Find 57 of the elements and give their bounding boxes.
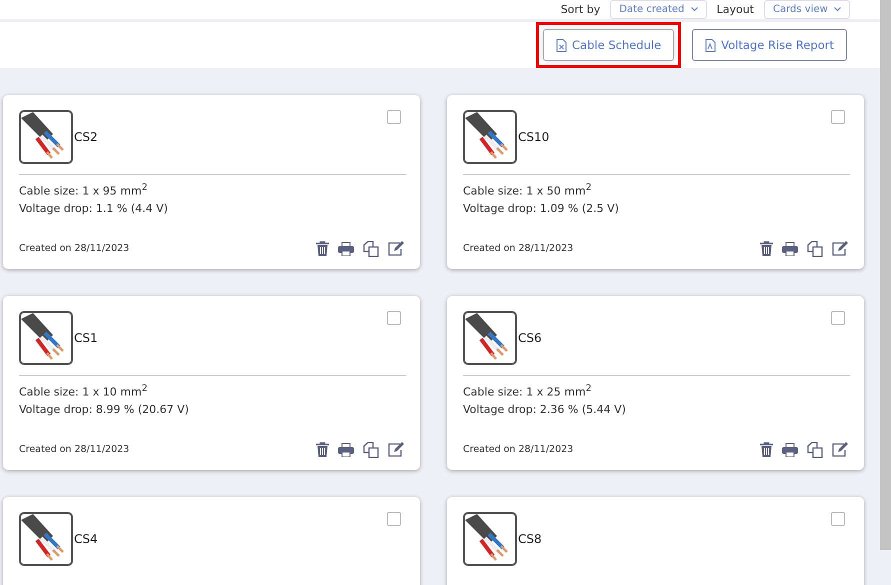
cable-name: CS10 (518, 130, 550, 144)
created-date: Created on 28/11/2023 (19, 444, 130, 456)
sort-dropdown[interactable]: Date created (610, 0, 707, 19)
copy-icon[interactable] (807, 442, 823, 458)
print-icon[interactable] (782, 442, 798, 457)
excel-file-icon (556, 38, 568, 52)
cable-name: CS1 (74, 331, 98, 345)
cable-size: Cable size: 1 x 10 mm$^{2}$ (19, 382, 149, 401)
print-icon[interactable] (338, 242, 354, 256)
report-button[interactable]: Voltage Rise Report (692, 29, 847, 61)
scrollbar[interactable] (880, 0, 891, 550)
delete-icon[interactable] (760, 241, 773, 256)
edit-icon[interactable] (832, 241, 849, 256)
cable-name: CS2 (74, 130, 98, 144)
cable-size: Cable size: 1 x 25 mm$^{2}$ (463, 382, 593, 401)
print-icon[interactable] (338, 442, 354, 457)
edit-icon[interactable] (832, 442, 849, 458)
caret-icon (834, 6, 841, 12)
cable-thumbnail-drawing (19, 512, 73, 566)
copy-icon[interactable] (807, 240, 823, 257)
edit-icon[interactable] (388, 442, 405, 458)
cable-schedule-button[interactable]: Cable Schedule (543, 29, 674, 61)
copy-icon[interactable] (363, 442, 379, 458)
select-checkbox[interactable] (387, 110, 401, 124)
delete-icon[interactable] (760, 442, 773, 458)
cable-thumbnail-drawing (463, 512, 517, 566)
cable-name: CS4 (74, 532, 98, 546)
select-checkbox[interactable] (831, 512, 845, 526)
pdf-file-icon (705, 38, 716, 52)
created-date: Created on 28/11/2023 (463, 444, 574, 456)
created-date: Created on 28/11/2023 (463, 243, 574, 254)
select-checkbox[interactable] (831, 311, 845, 325)
cable-thumbnail-drawing (463, 311, 517, 365)
voltage-drop: Voltage drop: 8.99 % (20.67 V) (19, 402, 190, 418)
cable-name: CS6 (518, 331, 542, 345)
select-checkbox[interactable] (831, 110, 845, 124)
cable-size: Cable size: 1 x 95 mm$^{2}$ (19, 181, 149, 200)
cable-size: Cable size: 1 x 50 mm$^{2}$ (463, 181, 593, 200)
delete-icon[interactable] (316, 241, 329, 256)
layout-label: Layout (716, 3, 754, 16)
select-checkbox[interactable] (387, 512, 401, 526)
caret-icon (690, 6, 698, 12)
cable-name: CS8 (518, 532, 542, 546)
print-icon[interactable] (782, 242, 798, 256)
copy-icon[interactable] (363, 240, 379, 257)
delete-icon[interactable] (316, 442, 329, 458)
cable-thumbnail-drawing (463, 110, 517, 164)
cable-thumbnail-drawing (19, 110, 73, 164)
created-date: Created on 28/11/2023 (19, 243, 130, 254)
voltage-drop: Voltage drop: 2.36 % (5.44 V) (463, 402, 627, 418)
voltage-drop: Voltage drop: 1.1 % (4.4 V) (19, 200, 169, 217)
cable-thumbnail-drawing (19, 311, 73, 365)
voltage-drop: Voltage drop: 1.09 % (2.5 V) (463, 200, 620, 217)
select-checkbox[interactable] (387, 311, 401, 325)
sort-label: Sort by (560, 3, 600, 16)
layout-dropdown[interactable]: Cards view (764, 0, 850, 19)
edit-icon[interactable] (388, 241, 405, 256)
